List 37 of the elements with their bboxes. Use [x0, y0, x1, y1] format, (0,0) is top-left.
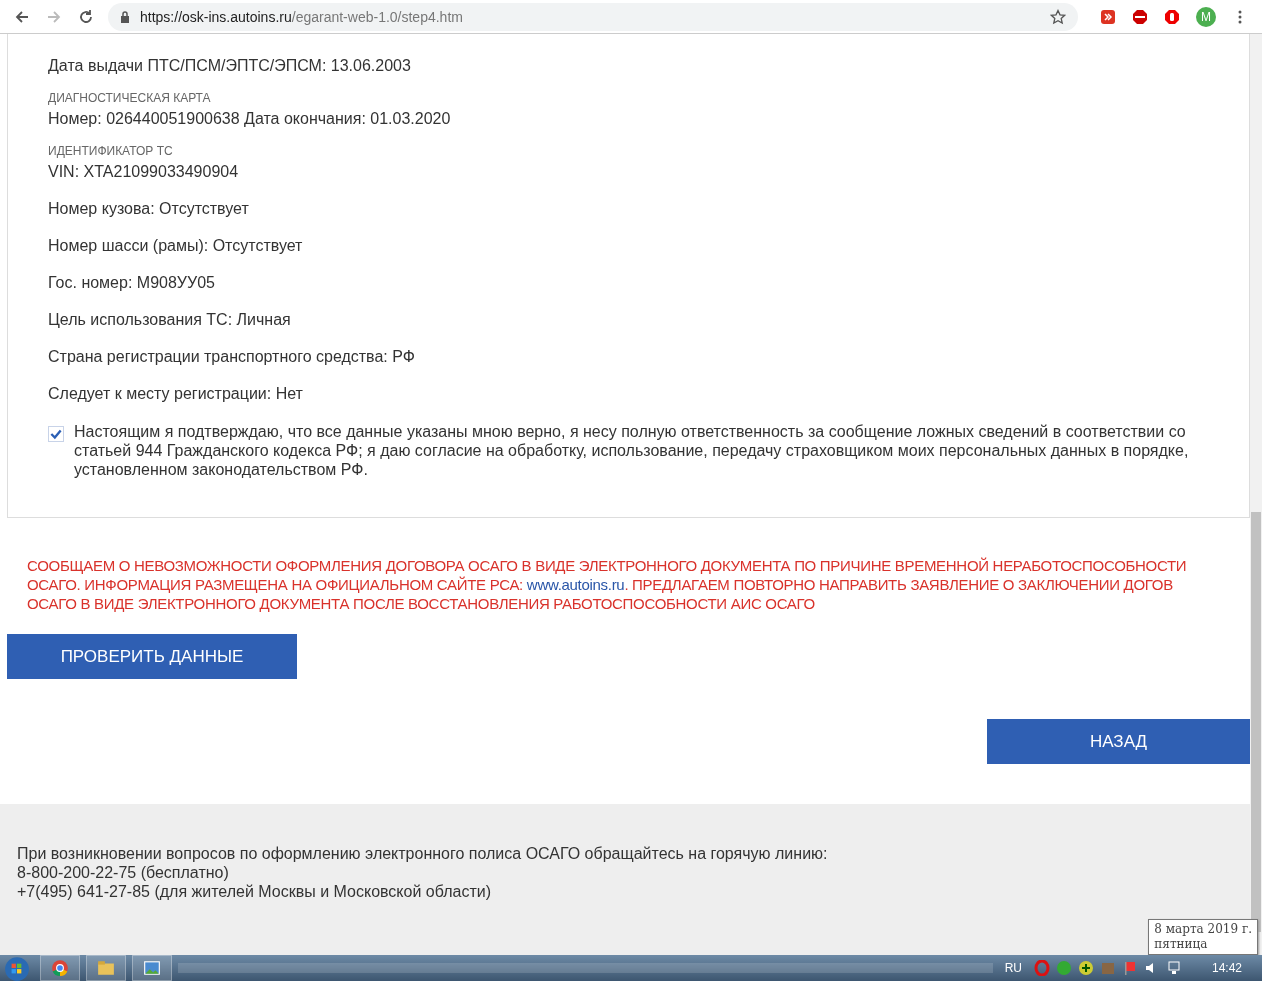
plus-icon[interactable]	[1077, 960, 1094, 976]
check-data-button[interactable]: ПРОВЕРИТЬ ДАННЫЕ	[7, 634, 297, 679]
footer-text: При возникновении вопросов по оформлению электронного полиса ОСАГО обращайтесь на горячую линию:	[17, 844, 829, 863]
section-caption: ИДЕНТИФИКАТОР ТС	[48, 144, 174, 158]
image-viewer-icon[interactable]	[132, 955, 172, 981]
footer-text: 8-800-200-22-75 (бесплатно)	[17, 863, 230, 882]
site-link[interactable]: www.autoins.ru	[526, 576, 625, 593]
tooltip-text: 8 марта 2019 г.	[1154, 922, 1252, 937]
field-text: VIN: XTA21099033490904	[48, 162, 240, 182]
tooltip-text: пятница	[1154, 937, 1209, 952]
stop-sign-icon[interactable]	[1132, 8, 1148, 25]
url-text: https://osk-ins.autoins.ru/egarant-web-1.0/step4.htm	[140, 8, 464, 25]
field-text: Гос. номер: М908УУ05	[48, 273, 216, 293]
field-text: Цель использования ТС: Личная	[48, 310, 292, 330]
field-text: Номер: 026440051900638 Дата окончания: 01.03.2020	[48, 109, 452, 129]
extension-icon[interactable]	[1100, 8, 1116, 25]
section-caption: ДИАГНОСТИЧЕСКАЯ КАРТА	[48, 91, 212, 105]
field-text: Страна регистрации транспортного средства: РФ	[48, 347, 416, 367]
chrome-icon[interactable]	[40, 955, 80, 981]
folder-icon[interactable]	[86, 955, 126, 981]
reload-icon[interactable]	[78, 8, 94, 25]
lock-icon	[120, 10, 130, 23]
clock-text[interactable]: 14:42	[1211, 961, 1242, 975]
address-bar[interactable]: https://osk-ins.autoins.ru/egarant-web-1.0/step4.htm	[108, 2, 1078, 31]
field-text: Дата выдачи ПТС/ПСМ/ЭПТС/ЭПСМ: 13.06.2003	[48, 56, 412, 76]
notice-text: СООБЩАЕМ О НЕВОЗМОЖНОСТИ ОФОРМЛЕНИЯ ДОГОВОРА ОСАГО В ВИДЕ ЭЛЕКТРОННОГО ДОКУМЕНТА ПО ПРИЧИНЕ ВРЕМЕННОЙ НЕРАБОТОСПОСОБНОСТИ ОСАГО. ИНФОРМАЦИЯ РАЗМЕЩЕНА НА ОФИЦИАЛЬНОМ САЙТЕ РСА: www.autoins.ru. ПРЕДЛАГАЕМ ПОВТОРНО НАПРАВИТЬ ЗАЯВЛЕНИЕ О ЗАКЛЮЧЕНИИ ДОГОВ ОСАГО В ВИДЕ ЭЛЕКТРОННОГО ДОКУМЕНТА ПОСЛЕ ВОССТАНОВЛЕНИЯ РАБОТОСПОСОБНОСТИ АИС ОСАГО	[27, 556, 1188, 613]
language-indicator[interactable]: RU	[1004, 961, 1022, 975]
field-text: Номер шасси (рамы): Отсутствует	[48, 236, 304, 256]
back-icon[interactable]	[14, 8, 30, 25]
back-button[interactable]: НАЗАД	[987, 719, 1250, 764]
consent-text: Настоящим я подтверждаю, что все данные указаны мною верно, я несу полную ответственность за сообщение ложных сведений в соответствии со статьей 944 Гражданского кодекса РФ; я даю согласие на обработку, использование, передачу страховщиком моих персональных данных в порядке, установленном законодательством РФ.	[74, 422, 1190, 479]
footer-text: +7(495) 641-27-85 (для жителей Москвы и Московской области)	[17, 882, 492, 901]
field-text: Номер кузова: Отсутствует	[48, 199, 250, 219]
field-text: Следует к месту регистрации: Нет	[48, 384, 304, 404]
network-icon[interactable]	[1165, 960, 1182, 976]
bookmark-star-icon[interactable]	[1050, 8, 1066, 25]
consent-checkbox[interactable]	[48, 426, 64, 442]
